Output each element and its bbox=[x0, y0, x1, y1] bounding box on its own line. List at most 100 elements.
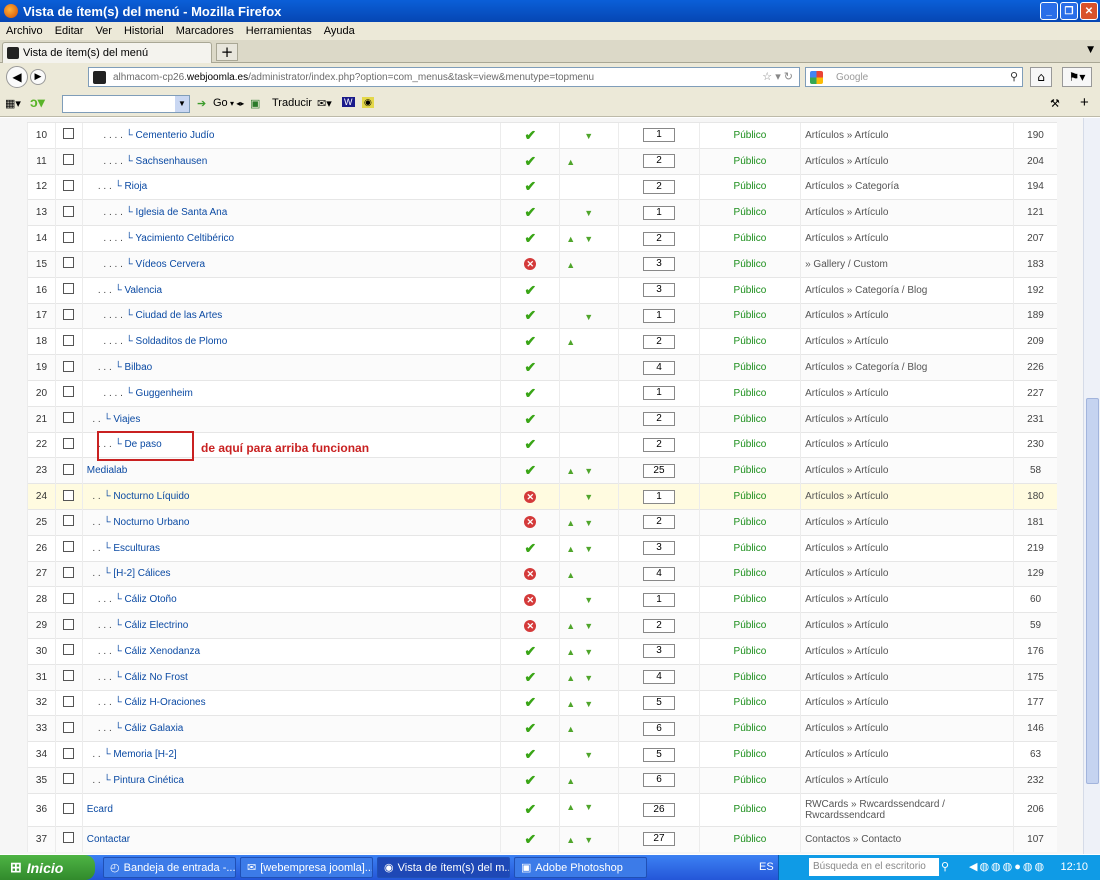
order-field[interactable]: 4 bbox=[618, 663, 700, 691]
go-dropdown-icon[interactable]: ▾ ◂▸ bbox=[230, 99, 244, 108]
published-check-icon[interactable]: ✔ bbox=[524, 282, 536, 298]
move-down-icon[interactable]: ▼ bbox=[584, 595, 593, 605]
menu-item-link[interactable]: Nocturno Líquido bbox=[113, 491, 189, 502]
move-down-icon[interactable]: ▼ bbox=[584, 802, 593, 812]
access-level[interactable]: Público bbox=[698, 689, 801, 716]
go-arrow-icon[interactable]: ➔ bbox=[197, 97, 206, 110]
order-value[interactable]: 6 bbox=[642, 721, 675, 736]
order-value[interactable]: 1 bbox=[642, 308, 675, 323]
move-up-icon[interactable]: ▲ bbox=[566, 544, 575, 554]
access-level[interactable]: Público bbox=[698, 250, 801, 278]
order-value[interactable]: 3 bbox=[642, 283, 675, 298]
order-field[interactable]: 5 bbox=[618, 741, 700, 768]
move-down-icon[interactable]: ▼ bbox=[584, 492, 593, 502]
published-toggle[interactable]: ✔ bbox=[500, 354, 560, 381]
order-value[interactable]: 1 bbox=[642, 592, 675, 607]
move-down-icon[interactable]: ▼ bbox=[584, 466, 593, 476]
unpublished-x-icon[interactable]: ✕ bbox=[524, 619, 537, 632]
menu-item-link[interactable]: Ecard bbox=[87, 804, 113, 815]
order-value[interactable]: 2 bbox=[642, 179, 675, 194]
published-check-icon[interactable]: ✔ bbox=[524, 333, 536, 349]
menu-item-link[interactable]: Viajes bbox=[113, 414, 140, 425]
published-toggle[interactable]: ✕ bbox=[500, 560, 560, 587]
order-field[interactable]: 1 bbox=[618, 483, 700, 510]
move-up-icon[interactable]: ▲ bbox=[566, 673, 575, 683]
menu-ver[interactable]: Ver bbox=[89, 25, 118, 37]
order-field[interactable]: 4 bbox=[618, 560, 700, 587]
forward-button[interactable]: ▶ bbox=[30, 69, 46, 85]
toolbar-grid-icon[interactable]: ▦▾ bbox=[5, 97, 21, 110]
order-value[interactable]: 2 bbox=[642, 412, 675, 427]
move-up-icon[interactable]: ▲ bbox=[566, 647, 575, 657]
access-level[interactable]: Público bbox=[698, 173, 801, 200]
go-button[interactable]: Go bbox=[213, 97, 228, 109]
row-checkbox[interactable] bbox=[54, 586, 83, 613]
published-toggle[interactable]: ✕ bbox=[500, 508, 560, 536]
row-checkbox[interactable] bbox=[54, 225, 83, 252]
row-checkbox[interactable] bbox=[54, 689, 83, 716]
published-toggle[interactable]: ✔ bbox=[500, 173, 560, 200]
toolbar-yellow-icon[interactable]: ◉ bbox=[362, 97, 374, 108]
move-up-icon[interactable]: ▲ bbox=[566, 260, 575, 270]
published-check-icon[interactable]: ✔ bbox=[524, 127, 536, 143]
access-level[interactable]: Público bbox=[698, 147, 801, 175]
order-field[interactable]: 1 bbox=[618, 302, 700, 329]
published-check-icon[interactable]: ✔ bbox=[524, 436, 536, 452]
order-value[interactable]: 2 bbox=[642, 154, 675, 169]
access-level[interactable]: Público bbox=[698, 715, 801, 742]
row-checkbox[interactable] bbox=[54, 715, 83, 742]
move-down-icon[interactable]: ▼ bbox=[584, 699, 593, 709]
row-checkbox[interactable] bbox=[54, 792, 83, 827]
menu-editar[interactable]: Editar bbox=[49, 25, 90, 37]
order-value[interactable]: 2 bbox=[642, 437, 675, 452]
order-field[interactable]: 26 bbox=[618, 792, 700, 827]
order-value[interactable]: 3 bbox=[642, 644, 675, 659]
access-level[interactable]: Público bbox=[698, 276, 801, 304]
row-checkbox[interactable] bbox=[54, 741, 83, 768]
published-toggle[interactable]: ✔ bbox=[500, 534, 560, 562]
addon-button[interactable]: ⚑▾ bbox=[1062, 67, 1092, 87]
tab-list-chevron-icon[interactable]: ▼ bbox=[1087, 45, 1094, 55]
bookmark-star-icon[interactable]: ☆ ▾ ↻ bbox=[762, 70, 793, 83]
task-webempresa[interactable]: ✉ [webempresa joomla]... bbox=[240, 857, 373, 878]
published-toggle[interactable]: ✔ bbox=[500, 825, 560, 853]
published-toggle[interactable]: ✔ bbox=[500, 199, 560, 226]
order-field[interactable]: 1 bbox=[618, 586, 700, 613]
published-toggle[interactable]: ✔ bbox=[500, 225, 560, 252]
menu-item-link[interactable]: Cáliz No Frost bbox=[124, 672, 187, 683]
published-check-icon[interactable]: ✔ bbox=[524, 385, 536, 401]
row-checkbox[interactable] bbox=[54, 379, 83, 407]
minimize-button[interactable]: _ bbox=[1040, 2, 1058, 20]
access-level[interactable]: Público bbox=[698, 637, 801, 665]
move-up-icon[interactable]: ▲ bbox=[566, 699, 575, 709]
access-level[interactable]: Público bbox=[698, 612, 801, 639]
published-toggle[interactable]: ✔ bbox=[500, 276, 560, 304]
menu-item-link[interactable]: Iglesia de Santa Ana bbox=[136, 207, 228, 218]
row-checkbox[interactable] bbox=[54, 302, 83, 329]
access-level[interactable]: Público bbox=[698, 534, 801, 562]
published-check-icon[interactable]: ✔ bbox=[524, 153, 536, 169]
order-value[interactable]: 25 bbox=[642, 463, 675, 478]
access-level[interactable]: Público bbox=[698, 483, 801, 510]
row-checkbox[interactable] bbox=[54, 483, 83, 510]
desktop-search-icon[interactable]: ⚲ bbox=[941, 860, 949, 873]
wrench-icon[interactable]: ⚒ bbox=[1050, 97, 1060, 110]
menu-item-link[interactable]: Vídeos Cervera bbox=[136, 259, 205, 270]
access-level[interactable]: Público bbox=[698, 663, 801, 691]
access-level[interactable]: Público bbox=[698, 199, 801, 226]
access-level[interactable]: Público bbox=[698, 379, 801, 407]
move-up-icon[interactable]: ▲ bbox=[566, 157, 575, 167]
unpublished-x-icon[interactable]: ✕ bbox=[524, 516, 537, 529]
row-checkbox[interactable] bbox=[54, 560, 83, 587]
move-down-icon[interactable]: ▼ bbox=[584, 835, 593, 845]
access-level[interactable]: Público bbox=[698, 825, 801, 853]
move-up-icon[interactable]: ▲ bbox=[566, 518, 575, 528]
row-checkbox[interactable] bbox=[54, 173, 83, 200]
order-field[interactable]: 5 bbox=[618, 689, 700, 716]
published-toggle[interactable]: ✔ bbox=[500, 379, 560, 407]
home-button[interactable]: ⌂ bbox=[1030, 67, 1052, 87]
order-value[interactable]: 4 bbox=[642, 360, 675, 375]
order-value[interactable]: 5 bbox=[642, 695, 675, 710]
order-value[interactable]: 4 bbox=[642, 566, 675, 581]
published-toggle[interactable]: ✕ bbox=[500, 250, 560, 278]
